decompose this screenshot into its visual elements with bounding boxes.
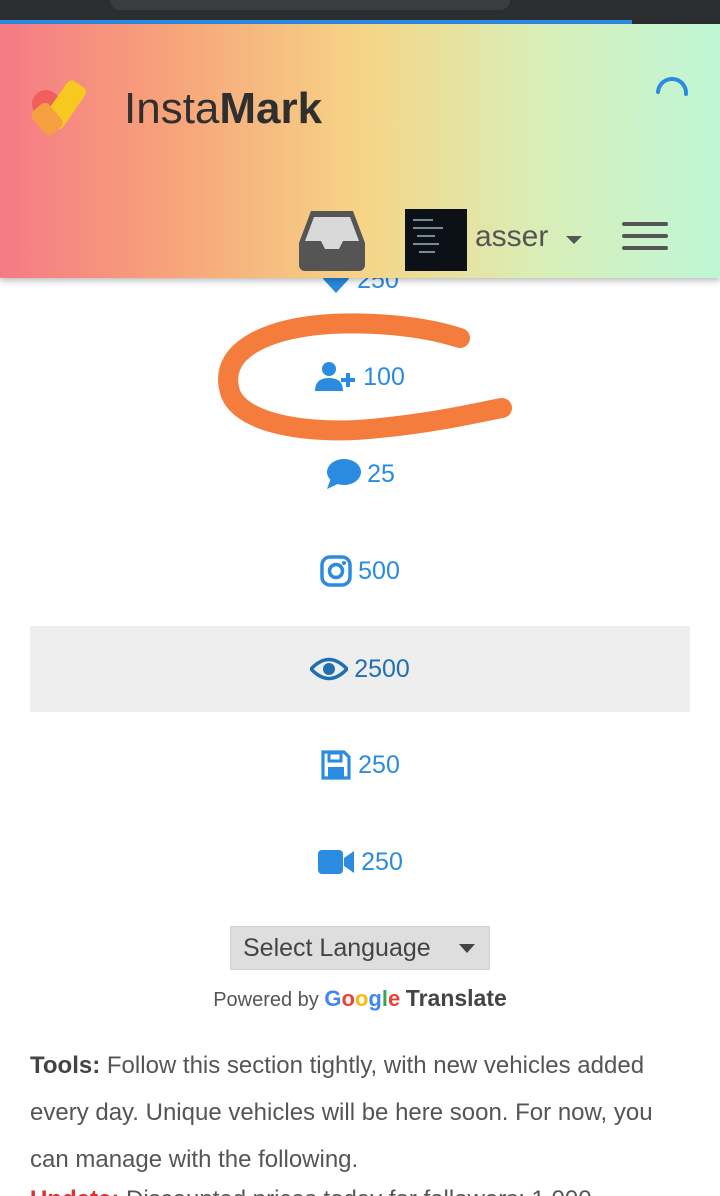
google-translate-attribution: Powered by Google Translate	[0, 985, 720, 1012]
tools-paragraph: Tools: Follow this section tightly, with…	[30, 1042, 695, 1183]
comment-icon	[327, 459, 362, 489]
avatar-detail	[413, 227, 443, 229]
avatar[interactable]	[405, 209, 467, 271]
menu-bar	[622, 222, 668, 226]
tools-text: Follow this section tightly, with new ve…	[30, 1052, 653, 1173]
instagram-icon	[320, 555, 352, 587]
language-select-value: Select Language	[243, 933, 431, 962]
eye-icon	[310, 657, 349, 681]
service-value: 250	[358, 750, 400, 779]
google-logo[interactable]: Google	[324, 986, 400, 1011]
service-item-instagram[interactable]: 500	[30, 528, 690, 614]
service-item-comments[interactable]: 25	[30, 431, 690, 517]
brand-name[interactable]: InstaMark	[124, 84, 322, 134]
google-letter: G	[324, 986, 342, 1011]
inbox-icon[interactable]	[297, 209, 367, 271]
user-plus-icon	[315, 362, 356, 391]
avatar-detail	[413, 219, 433, 221]
update-label: Update:	[30, 1186, 119, 1196]
service-value: 100	[363, 362, 405, 391]
service-item-followers[interactable]: 100	[30, 334, 690, 420]
save-icon	[321, 750, 351, 780]
translate-text: Translate	[405, 985, 507, 1011]
google-letter: g	[368, 986, 382, 1011]
service-value: 250	[361, 847, 403, 876]
avatar-detail	[417, 235, 435, 237]
update-text: Discounted prices today for followers: 1…	[126, 1186, 592, 1196]
tools-label: Tools:	[30, 1052, 101, 1079]
brand-bold: Mark	[219, 84, 323, 133]
brand-light: Insta	[124, 84, 220, 133]
avatar-detail	[419, 251, 435, 253]
service-item-video[interactable]: 250	[30, 819, 690, 905]
loading-spinner-icon	[656, 76, 689, 96]
google-letter: o	[341, 986, 355, 1011]
google-letter: o	[354, 986, 369, 1011]
avatar-detail	[413, 243, 439, 245]
menu-icon[interactable]	[622, 220, 670, 254]
service-value: 500	[358, 556, 400, 585]
site-header: InstaMark asser	[0, 24, 720, 278]
menu-bar	[622, 246, 668, 250]
camera-notch	[110, 0, 510, 10]
service-value: 25	[367, 459, 395, 488]
page: InstaMark asser 250 100 25 500 2500 250 …	[0, 0, 720, 1196]
service-value: 2500	[354, 654, 410, 683]
video-icon	[318, 850, 355, 874]
language-select[interactable]: Select Language	[230, 926, 490, 970]
chevron-down-icon[interactable]	[566, 236, 582, 244]
menu-bar	[622, 234, 668, 238]
update-line: Update: Discounted prices today for foll…	[30, 1186, 695, 1196]
service-item-views[interactable]: 2500	[30, 626, 690, 712]
google-letter: e	[387, 986, 401, 1011]
powered-by-text: Powered by	[213, 989, 319, 1011]
username[interactable]: asser	[475, 220, 548, 254]
service-item-saves[interactable]: 250	[30, 722, 690, 808]
chevron-down-icon	[459, 944, 475, 953]
instamark-logo-icon[interactable]	[28, 74, 108, 146]
